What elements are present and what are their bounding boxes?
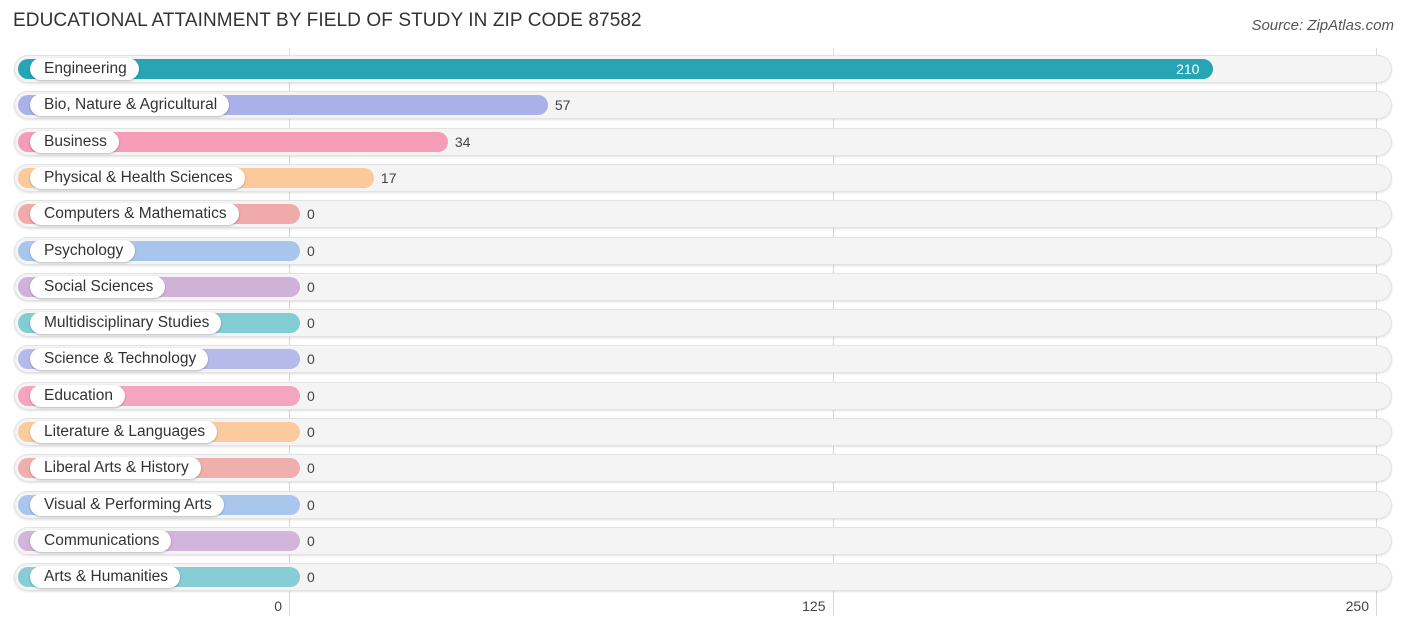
category-label: Visual & Performing Arts <box>30 493 224 516</box>
category-label: Science & Technology <box>30 348 209 371</box>
category-label: Bio, Nature & Agricultural <box>30 94 230 117</box>
value-label: 0 <box>307 351 315 368</box>
value-label: 0 <box>307 496 315 513</box>
value-label: 17 <box>380 169 397 186</box>
source-label: Source: ZipAtlas.com <box>1251 17 1394 34</box>
value-label: 0 <box>307 460 315 477</box>
x-tick-label: 125 <box>802 598 826 614</box>
value-label: 34 <box>454 133 471 150</box>
value-label: 0 <box>307 278 315 295</box>
category-label: Education <box>30 384 125 407</box>
value-label: 0 <box>307 387 315 404</box>
x-tick-label: 0 <box>274 598 282 614</box>
value-label: 0 <box>307 569 315 586</box>
bar[interactable] <box>18 59 1214 79</box>
value-label: 210 <box>1176 61 1200 77</box>
category-label: Multidisciplinary Studies <box>30 312 222 335</box>
category-label: Liberal Arts & History <box>30 457 201 480</box>
category-label: Communications <box>30 529 172 552</box>
value-label: 0 <box>307 206 315 223</box>
category-label: Psychology <box>30 239 136 262</box>
chart-title: EDUCATIONAL ATTAINMENT BY FIELD OF STUDY… <box>13 10 642 31</box>
category-label: Literature & Languages <box>30 421 218 443</box>
category-label: Social Sciences <box>30 275 166 298</box>
category-label: Engineering <box>30 58 139 80</box>
category-label: Business <box>30 130 119 153</box>
category-label: Computers & Mathematics <box>30 203 239 226</box>
category-label: Physical & Health Sciences <box>30 166 245 189</box>
value-label: 0 <box>307 242 315 259</box>
value-label: 0 <box>307 424 315 440</box>
category-label: Arts & Humanities <box>30 566 181 589</box>
value-label: 0 <box>307 315 315 332</box>
x-tick-label: 250 <box>1345 598 1369 614</box>
value-label: 57 <box>554 97 571 114</box>
value-label: 0 <box>307 532 315 549</box>
